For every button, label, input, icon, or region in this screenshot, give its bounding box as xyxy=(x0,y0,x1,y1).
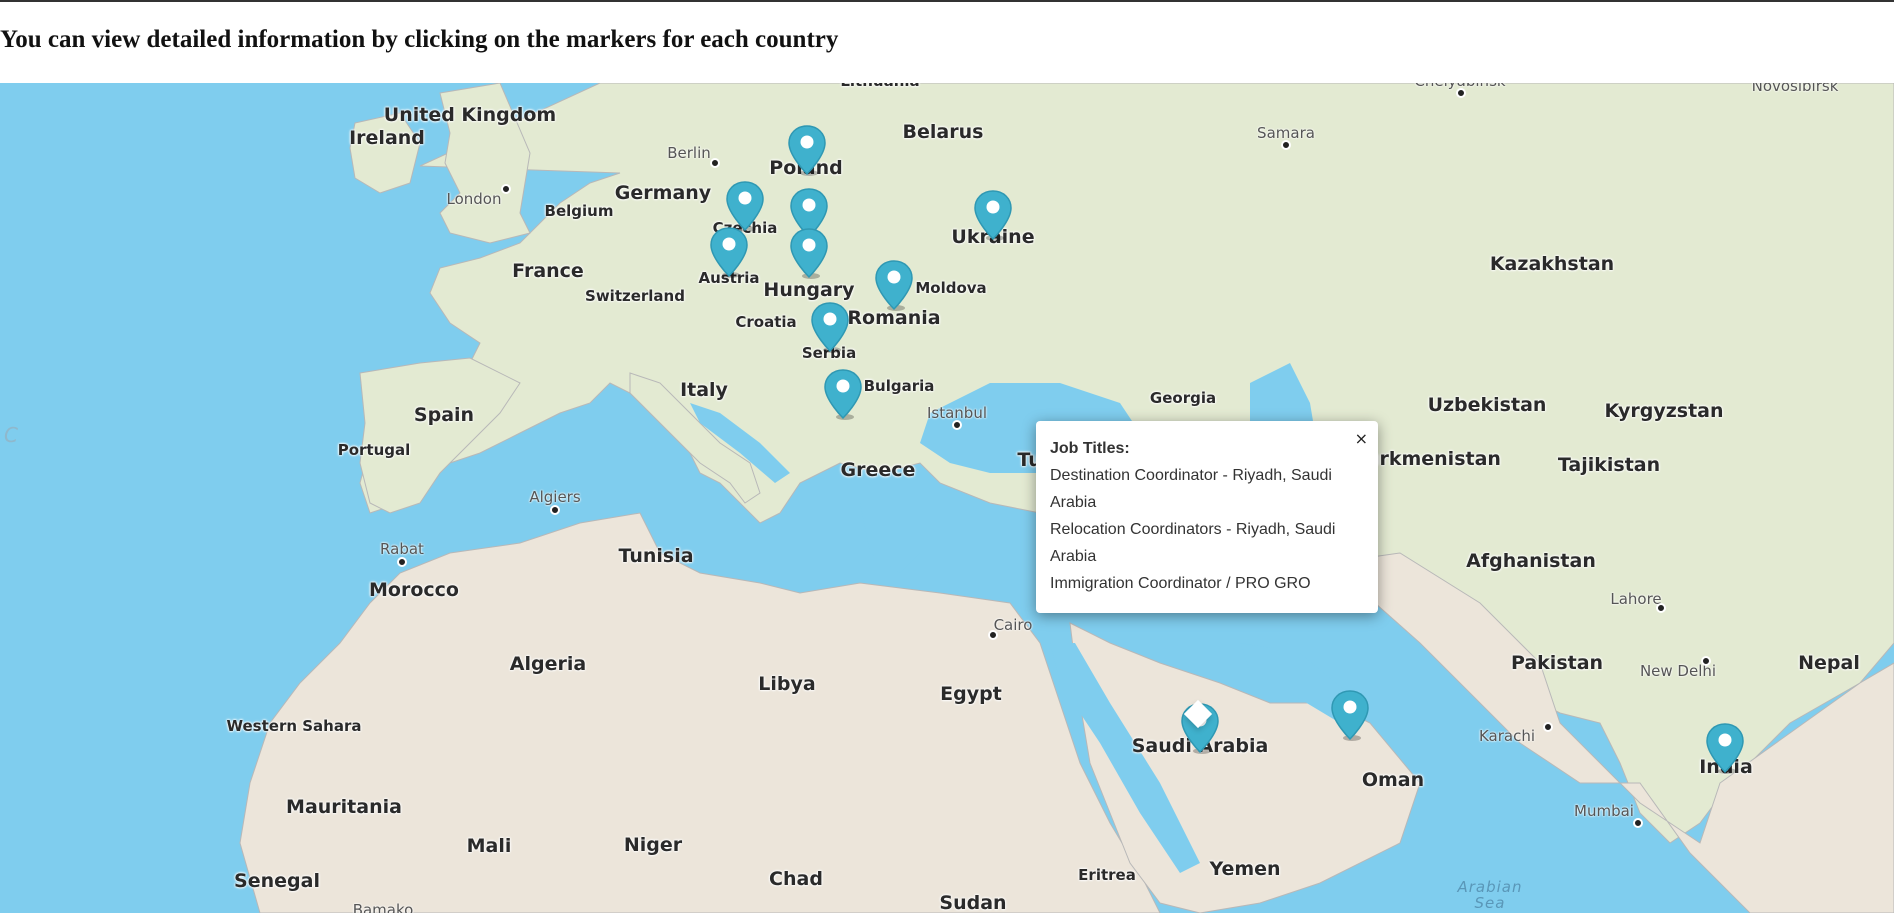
country-label: Greece xyxy=(840,459,916,481)
map-marker-pin-icon[interactable] xyxy=(973,189,1013,241)
country-label: Tunisia xyxy=(618,545,694,567)
city-label: Lahore xyxy=(1610,590,1662,608)
map-marker-pin-icon[interactable] xyxy=(709,226,749,278)
popup-title: Job Titles: xyxy=(1050,440,1130,457)
country-label: Eritrea xyxy=(1078,866,1136,884)
city-label: Karachi xyxy=(1478,727,1536,745)
country-label: Kazakhstan xyxy=(1489,253,1615,275)
map-marker-pin-icon[interactable] xyxy=(1330,689,1370,741)
country-label: Yemen xyxy=(1209,858,1281,880)
map-marker-pin-icon[interactable] xyxy=(789,227,829,279)
country-label: Western Sahara xyxy=(226,717,362,735)
map-marker-pin-icon[interactable] xyxy=(1705,722,1745,774)
sea-label: Arabian Sea xyxy=(1457,878,1523,912)
popup-job-title: Relocation Coordinators - Riyadh, Saudi … xyxy=(1050,521,1336,565)
country-label: Morocco xyxy=(369,579,459,601)
country-label: Bulgaria xyxy=(863,377,935,395)
country-label: Belarus xyxy=(902,121,984,143)
country-label: Croatia xyxy=(735,313,797,331)
popup-job-title: Immigration Coordinator / PRO GRO xyxy=(1050,575,1311,592)
country-label: Libya xyxy=(758,673,816,695)
city-dot xyxy=(1281,140,1291,150)
country-label: Moldova xyxy=(915,279,987,297)
partial-country-label: C xyxy=(4,423,18,447)
interactive-map[interactable]: LithuaniaBelarusIrelandUnited KingdomPol… xyxy=(0,83,1894,913)
map-marker-pin-icon[interactable] xyxy=(823,368,863,420)
country-label: Georgia xyxy=(1149,389,1217,407)
country-label: Portugal xyxy=(337,441,411,459)
city-label: Rabat xyxy=(380,540,424,558)
country-label: Kyrgyzstan xyxy=(1604,400,1724,422)
city-label: Bamako xyxy=(352,901,414,913)
city-label: Novosibirsk xyxy=(1751,83,1839,95)
city-label: London xyxy=(446,190,502,208)
country-label: Senegal xyxy=(234,870,320,892)
country-label: Italy xyxy=(680,379,728,401)
country-label: Hungary xyxy=(763,279,855,301)
country-label: Tajikistan xyxy=(1557,454,1661,476)
country-label: Ireland xyxy=(349,127,425,149)
country-label: Switzerland xyxy=(585,287,685,305)
popup-job-title: Destination Coordinator - Riyadh, Saudi … xyxy=(1050,467,1332,511)
city-dot xyxy=(1456,88,1466,98)
country-label: Lithuania xyxy=(840,83,919,90)
city-dot xyxy=(1633,818,1643,828)
popup-close-button[interactable]: × xyxy=(1355,425,1368,452)
city-dot xyxy=(501,184,511,194)
page-instruction: You can view detailed information by cli… xyxy=(0,26,839,53)
country-label: Nepal xyxy=(1798,652,1860,674)
city-dot xyxy=(1701,656,1711,666)
map-marker-pin-icon[interactable] xyxy=(787,124,827,176)
city-dot xyxy=(710,158,720,168)
country-label: Egypt xyxy=(940,683,1002,705)
city-label: Cairo xyxy=(993,616,1033,634)
country-label: Chad xyxy=(769,868,823,890)
city-dot xyxy=(988,630,998,640)
country-label: Sudan xyxy=(939,892,1007,913)
country-label: Spain xyxy=(413,404,475,426)
country-label: Mauritania xyxy=(286,796,402,818)
country-label: Oman xyxy=(1361,769,1425,791)
city-label: Mumbai xyxy=(1574,802,1634,820)
map-marker-pin-icon[interactable] xyxy=(874,259,914,311)
map-marker-pin-icon[interactable] xyxy=(725,180,765,232)
country-label: Algeria xyxy=(509,653,587,675)
city-dot xyxy=(397,557,407,567)
city-label: Algiers xyxy=(529,488,581,506)
country-label: Pakistan xyxy=(1510,652,1604,674)
city-dot xyxy=(550,505,560,515)
country-label: United Kingdom xyxy=(383,104,557,126)
city-label: Berlin xyxy=(667,144,711,162)
country-popup: × Job Titles: Destination Coordinator - … xyxy=(1036,421,1378,613)
map-basemap xyxy=(239,83,1894,913)
map-marker-pin-icon[interactable] xyxy=(810,301,850,353)
country-label: Germany xyxy=(614,182,712,204)
country-label: Belgium xyxy=(544,202,614,220)
city-dot xyxy=(952,420,962,430)
top-border xyxy=(0,0,1894,2)
city-dot xyxy=(1543,722,1553,732)
country-label: Mali xyxy=(466,835,512,857)
country-label: France xyxy=(512,260,584,282)
country-label: Afghanistan xyxy=(1466,550,1596,572)
country-label: Niger xyxy=(623,834,683,856)
country-label: Uzbekistan xyxy=(1427,394,1547,416)
city-dot xyxy=(1656,603,1666,613)
